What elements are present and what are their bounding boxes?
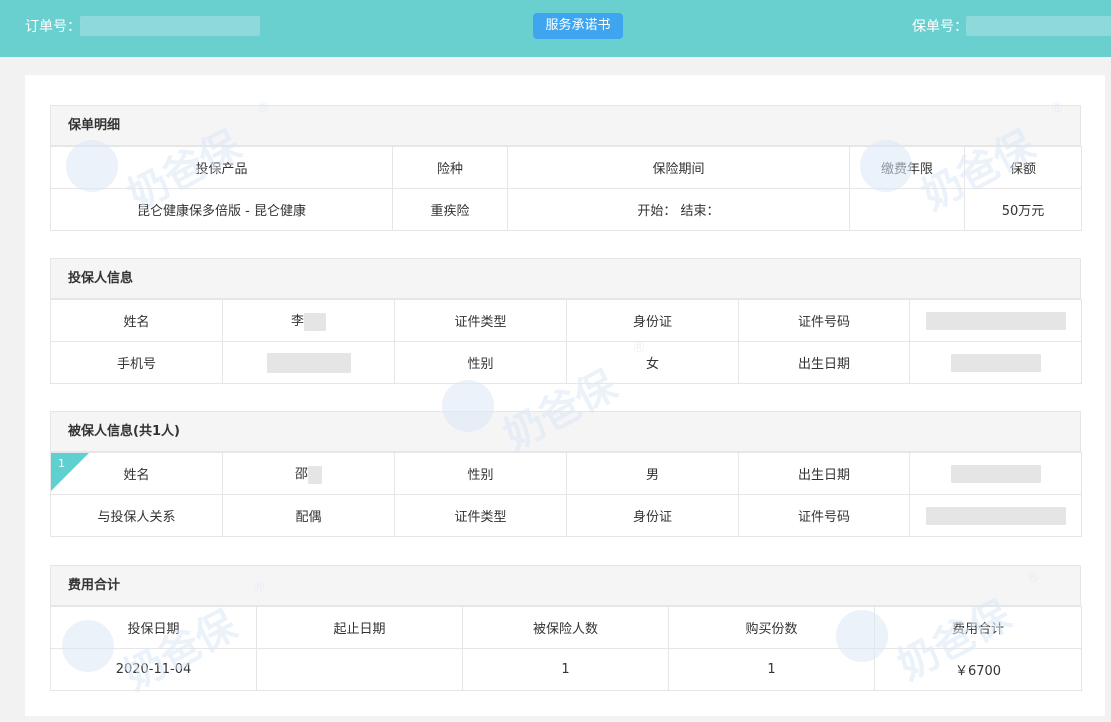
- insurance-type-cell: 重疾险: [392, 188, 508, 231]
- gender-label: 性别: [394, 452, 567, 495]
- apply-date-cell: 2020-11-04: [50, 648, 257, 691]
- pay-years-cell: [849, 188, 965, 231]
- table-row: 2020-11-04 1 1 ￥6700: [50, 648, 1082, 691]
- id-type-label: 证件类型: [394, 494, 567, 537]
- service-promise-button[interactable]: 服务承诺书: [533, 13, 623, 39]
- main-card: 保单明细 投保产品 险种 保险期间 缴费年限 保额 昆仑健康保多倍版 - 昆仑健…: [25, 75, 1105, 716]
- id-number-redacted: [925, 311, 1066, 330]
- table-row: 昆仑健康保多倍版 - 昆仑健康 重疾险 开始： 结束： 50万元: [50, 188, 1082, 231]
- name-label: 1 姓名: [50, 452, 223, 495]
- name-label-text: 姓名: [123, 468, 150, 483]
- table-header-row: 投保日期 起止日期 被保险人数 购买份数 费用合计: [50, 606, 1082, 649]
- column-header: 购买份数: [668, 606, 875, 649]
- birth-date-value: [909, 452, 1082, 495]
- total-fee-cell: ￥6700: [874, 648, 1082, 691]
- id-number-label: 证件号码: [738, 299, 910, 342]
- gender-value: 男: [566, 452, 739, 495]
- birth-date-label: 出生日期: [738, 341, 910, 384]
- fees-table: 投保日期 起止日期 被保险人数 购买份数 费用合计 2020-11-04 1 1…: [50, 606, 1082, 691]
- insured-info-title: 被保人信息(共1人): [50, 411, 1081, 452]
- insured-info-table: 1 姓名 邵 性别 男 出生日期 与投保人关系 配偶 证件类型 身份证 证件号码: [50, 452, 1082, 537]
- id-number-redacted: [925, 506, 1066, 525]
- name-text: 邵: [294, 467, 308, 483]
- column-header: 被保险人数: [462, 606, 669, 649]
- applicant-info-section: 投保人信息 姓名 李 证件类型 身份证 证件号码 手机号 性别 女 出生日期: [50, 258, 1082, 384]
- birth-date-value: [909, 341, 1082, 384]
- id-type-value: 身份证: [566, 494, 739, 537]
- id-number-label: 证件号码: [738, 494, 910, 537]
- birth-date-redacted: [950, 464, 1041, 483]
- column-header: 投保日期: [50, 606, 257, 649]
- copies-cell: 1: [668, 648, 875, 691]
- table-row: 1 姓名 邵 性别 男 出生日期: [50, 452, 1082, 495]
- policy-details-section: 保单明细 投保产品 险种 保险期间 缴费年限 保额 昆仑健康保多倍版 - 昆仑健…: [50, 105, 1082, 231]
- id-number-value: [909, 494, 1082, 537]
- fees-section: 费用合计 投保日期 起止日期 被保险人数 购买份数 费用合计 2020-11-0…: [50, 565, 1082, 691]
- insured-info-section: 被保人信息(共1人) 1 姓名 邵 性别 男 出生日期 与投保人关系 配偶 证件…: [50, 411, 1082, 537]
- product-cell: 昆仑健康保多倍版 - 昆仑健康: [50, 188, 393, 231]
- id-type-value: 身份证: [566, 299, 739, 342]
- name-label: 姓名: [50, 299, 223, 342]
- table-row: 与投保人关系 配偶 证件类型 身份证 证件号码: [50, 494, 1082, 537]
- policy-details-title: 保单明细: [50, 105, 1081, 146]
- applicant-info-title: 投保人信息: [50, 258, 1081, 299]
- column-header: 投保产品: [50, 146, 393, 189]
- policy-details-table: 投保产品 险种 保险期间 缴费年限 保额 昆仑健康保多倍版 - 昆仑健康 重疾险…: [50, 146, 1082, 231]
- fees-title: 费用合计: [50, 565, 1081, 606]
- order-number-label: 订单号：: [25, 19, 81, 35]
- gender-label: 性别: [394, 341, 567, 384]
- birth-date-redacted: [950, 353, 1041, 372]
- relation-value: 配偶: [222, 494, 395, 537]
- gender-value: 女: [566, 341, 739, 384]
- phone-label: 手机号: [50, 341, 223, 384]
- relation-label: 与投保人关系: [50, 494, 223, 537]
- policy-number-redacted: [966, 16, 1111, 36]
- column-header: 费用合计: [874, 606, 1082, 649]
- column-header: 保险期间: [507, 146, 850, 189]
- column-header: 险种: [392, 146, 508, 189]
- applicant-info-table: 姓名 李 证件类型 身份证 证件号码 手机号 性别 女 出生日期: [50, 299, 1082, 384]
- column-header: 保额: [964, 146, 1082, 189]
- name-value: 邵: [222, 452, 395, 495]
- name-redacted: [304, 312, 326, 331]
- table-row: 姓名 李 证件类型 身份证 证件号码: [50, 299, 1082, 342]
- column-header: 缴费年限: [849, 146, 965, 189]
- birth-date-label: 出生日期: [738, 452, 910, 495]
- id-type-label: 证件类型: [394, 299, 567, 342]
- date-range-cell: [256, 648, 463, 691]
- insured-index-ribbon: [51, 453, 89, 491]
- insured-index: 1: [58, 457, 65, 470]
- name-value: 李: [222, 299, 395, 342]
- id-number-value: [909, 299, 1082, 342]
- top-bar: 订单号： 服务承诺书 保单号：: [0, 0, 1111, 57]
- column-header: 起止日期: [256, 606, 463, 649]
- phone-redacted: [266, 352, 351, 373]
- table-row: 手机号 性别 女 出生日期: [50, 341, 1082, 384]
- phone-value: [222, 341, 395, 384]
- name-text: 李: [290, 314, 304, 330]
- name-redacted: [308, 465, 322, 484]
- policy-number-label: 保单号：: [912, 19, 968, 35]
- amount-cell: 50万元: [964, 188, 1082, 231]
- table-header-row: 投保产品 险种 保险期间 缴费年限 保额: [50, 146, 1082, 189]
- period-cell: 开始： 结束：: [507, 188, 850, 231]
- insured-count-cell: 1: [462, 648, 669, 691]
- order-number-redacted: [80, 16, 260, 36]
